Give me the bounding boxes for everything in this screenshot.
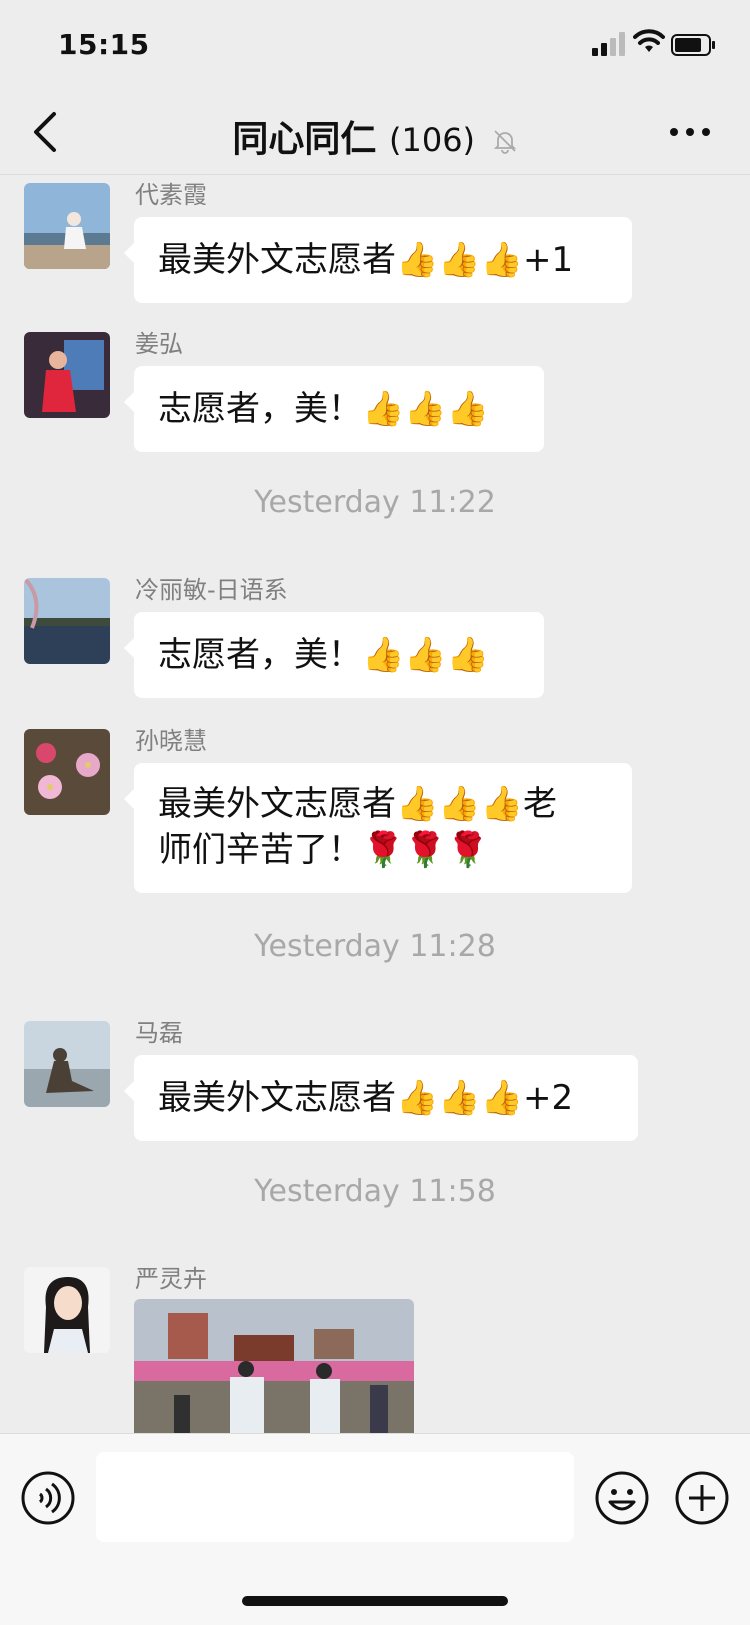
- chat-title: 同心同仁 (106): [0, 110, 750, 162]
- message-line: 师们辛苦了！🌹🌹🌹: [158, 830, 490, 870]
- avatar[interactable]: [24, 729, 110, 815]
- member-count: (106): [388, 121, 476, 159]
- message-line: 最美外文志愿者👍👍👍老: [158, 784, 558, 824]
- sender-name: 姜弘: [135, 330, 183, 358]
- time-divider: Yesterday 11:58: [254, 1174, 496, 1209]
- plus-icon[interactable]: [674, 1470, 730, 1526]
- battery-icon: [671, 34, 715, 56]
- avatar[interactable]: [24, 578, 110, 664]
- time-divider: Yesterday 11:28: [254, 929, 496, 964]
- status-time: 15:15: [58, 28, 150, 61]
- sender-name: 冷丽敏-日语系: [135, 576, 288, 604]
- message-bubble[interactable]: 最美外文志愿者👍👍👍老 师们辛苦了！🌹🌹🌹: [124, 763, 632, 893]
- message-bubble[interactable]: 最美外文志愿者👍👍👍+1: [124, 217, 632, 303]
- avatar[interactable]: [24, 1267, 110, 1353]
- more-button[interactable]: [666, 112, 714, 152]
- nav-bar: 同心同仁 (106): [0, 90, 750, 175]
- group-name: 同心同仁: [232, 119, 377, 160]
- message-bubble[interactable]: 志愿者，美！👍👍👍: [124, 366, 544, 452]
- time-divider: Yesterday 11:22: [254, 485, 496, 520]
- emoji-icon[interactable]: [594, 1470, 650, 1526]
- sender-name: 严灵卉: [135, 1265, 207, 1293]
- input-bar: [0, 1433, 750, 1625]
- voice-icon[interactable]: [20, 1470, 76, 1526]
- message-bubble[interactable]: 最美外文志愿者👍👍👍+2: [124, 1055, 638, 1141]
- sender-name: 孙晓慧: [135, 727, 207, 755]
- image-message[interactable]: [134, 1299, 414, 1433]
- message-input[interactable]: [96, 1452, 574, 1542]
- signal-icon: [592, 32, 625, 56]
- avatar[interactable]: [24, 1021, 110, 1107]
- sender-name: 马磊: [135, 1019, 183, 1047]
- bell-muted-icon: [493, 130, 516, 154]
- wifi-icon: [633, 29, 665, 52]
- avatar[interactable]: [24, 332, 110, 418]
- sender-name: 代素霞: [135, 181, 207, 209]
- chat-list[interactable]: 代素霞 最美外文志愿者👍👍👍+1 姜弘 志愿者，美！👍👍👍 Yesterday …: [0, 175, 750, 1433]
- avatar[interactable]: [24, 183, 110, 269]
- home-indicator[interactable]: [242, 1596, 508, 1606]
- message-bubble[interactable]: 志愿者，美！👍👍👍: [124, 612, 544, 698]
- status-bar: 15:15: [0, 0, 750, 90]
